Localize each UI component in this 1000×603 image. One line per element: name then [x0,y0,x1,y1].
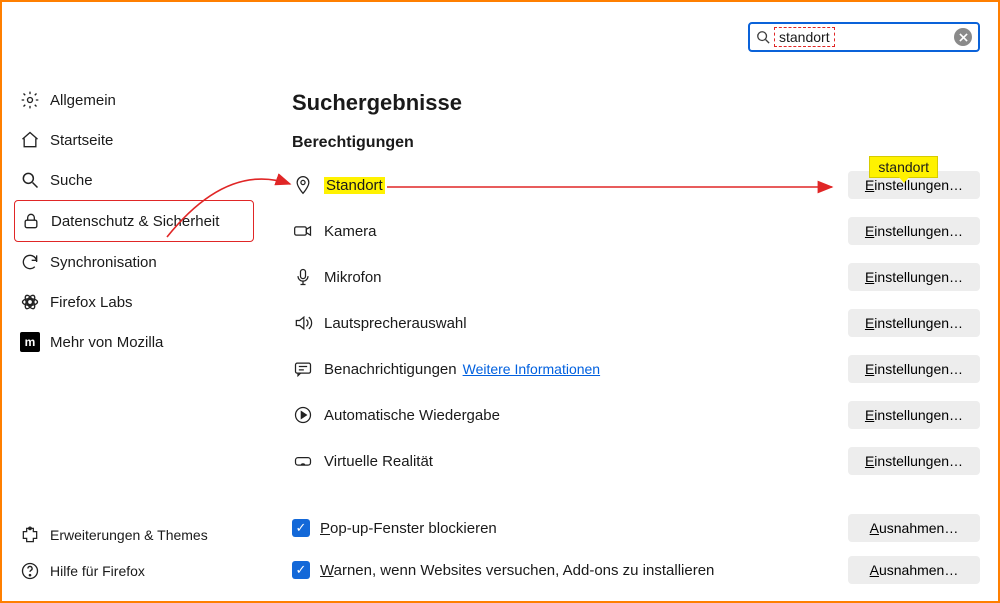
sidebar-item-label: Allgemein [50,92,116,109]
notification-icon [292,358,314,380]
sidebar-item-sync[interactable]: Synchronisation [14,242,254,282]
settings-button-microphone[interactable]: Einstellungen… [848,263,980,291]
sidebar-item-label: Mehr von Mozilla [50,334,163,351]
home-icon [20,130,40,150]
settings-button-camera[interactable]: Einstellungen… [848,217,980,245]
mozilla-icon: m [20,332,40,352]
permission-label: Kamera [324,223,377,240]
permission-label: Mikrofon [324,269,382,286]
permission-label: Virtuelle Realität [324,453,433,470]
sidebar-item-label: Synchronisation [50,254,157,271]
sidebar-item-mozilla[interactable]: m Mehr von Mozilla [14,322,254,362]
autoplay-icon [292,404,314,426]
checkbox-popup[interactable]: ✓ [292,519,310,537]
checkbox-warn[interactable]: ✓ [292,561,310,579]
help-icon [20,561,40,581]
search-value-text: standort [774,27,835,47]
permission-row-autoplay: Automatische Wiedergabe Einstellungen… [292,396,980,434]
sidebar-item-privacy[interactable]: Datenschutz & Sicherheit [14,200,254,242]
sidebar-item-label: Startseite [50,132,113,149]
sidebar-bottom: Erweiterungen & Themes Hilfe für Firefox [14,517,254,589]
permission-row-notifications: Benachrichtigungen Weitere Informationen… [292,350,980,388]
vr-icon [292,450,314,472]
labs-icon [20,292,40,312]
permission-row-vr: Virtuelle Realität Einstellungen… [292,442,980,480]
lock-icon [21,211,41,231]
settings-search-field[interactable]: standort [748,22,980,52]
location-icon [292,174,314,196]
sidebar-item-label: Hilfe für Firefox [50,563,145,579]
settings-button-autoplay[interactable]: Einstellungen… [848,401,980,429]
camera-icon [292,220,314,242]
sidebar-item-label: Firefox Labs [50,294,133,311]
clear-icon[interactable] [954,28,972,46]
sidebar-item-search[interactable]: Suche [14,160,254,200]
permission-row-microphone: Mikrofon Einstellungen… [292,258,980,296]
sidebar-item-label: Suche [50,172,93,189]
sidebar-item-home[interactable]: Startseite [14,120,254,160]
settings-button-speaker[interactable]: Einstellungen… [848,309,980,337]
page-title: Suchergebnisse [292,90,980,116]
sidebar-item-extensions[interactable]: Erweiterungen & Themes [14,517,254,553]
search-icon [756,30,770,44]
permission-label: Benachrichtigungen [324,361,457,378]
speaker-icon [292,312,314,334]
permission-row-camera: Kamera Einstellungen… [292,212,980,250]
microphone-icon [292,266,314,288]
permission-label: Standort [324,177,385,194]
sidebar-item-labs[interactable]: Firefox Labs [14,282,254,322]
permission-label: Lautsprecherauswahl [324,315,467,332]
settings-button-notifications[interactable]: Einstellungen… [848,355,980,383]
search-tooltip: standort [869,156,938,178]
exceptions-button-warn[interactable]: Ausnahmen… [848,556,980,584]
sidebar-item-label: Erweiterungen & Themes [50,527,208,543]
search-icon [20,170,40,190]
permission-label: Automatische Wiedergabe [324,407,500,424]
sidebar-item-help[interactable]: Hilfe für Firefox [14,553,254,589]
checkbox-row-popup: ✓ Pop-up-Fenster blockieren Ausnahmen… [292,510,980,546]
settings-button-vr[interactable]: Einstellungen… [848,447,980,475]
sync-icon [20,252,40,272]
sidebar-item-general[interactable]: Allgemein [14,80,254,120]
exceptions-button-popup[interactable]: Ausnahmen… [848,514,980,542]
checkbox-row-warn: ✓ Warnen, wenn Websites versuchen, Add-o… [292,552,980,588]
checkbox-label: Pop-up-Fenster blockieren [320,520,497,537]
puzzle-icon [20,525,40,545]
sidebar-item-label: Datenschutz & Sicherheit [51,213,219,230]
sidebar: Allgemein Startseite Suche Datenschutz &… [14,80,254,362]
section-title: Berechtigungen [292,134,980,152]
checkbox-label: Warnen, wenn Websites versuchen, Add-ons… [320,562,714,579]
permission-row-speaker: Lautsprecherauswahl Einstellungen… [292,304,980,342]
learn-more-link[interactable]: Weitere Informationen [463,361,600,377]
gear-icon [20,90,40,110]
